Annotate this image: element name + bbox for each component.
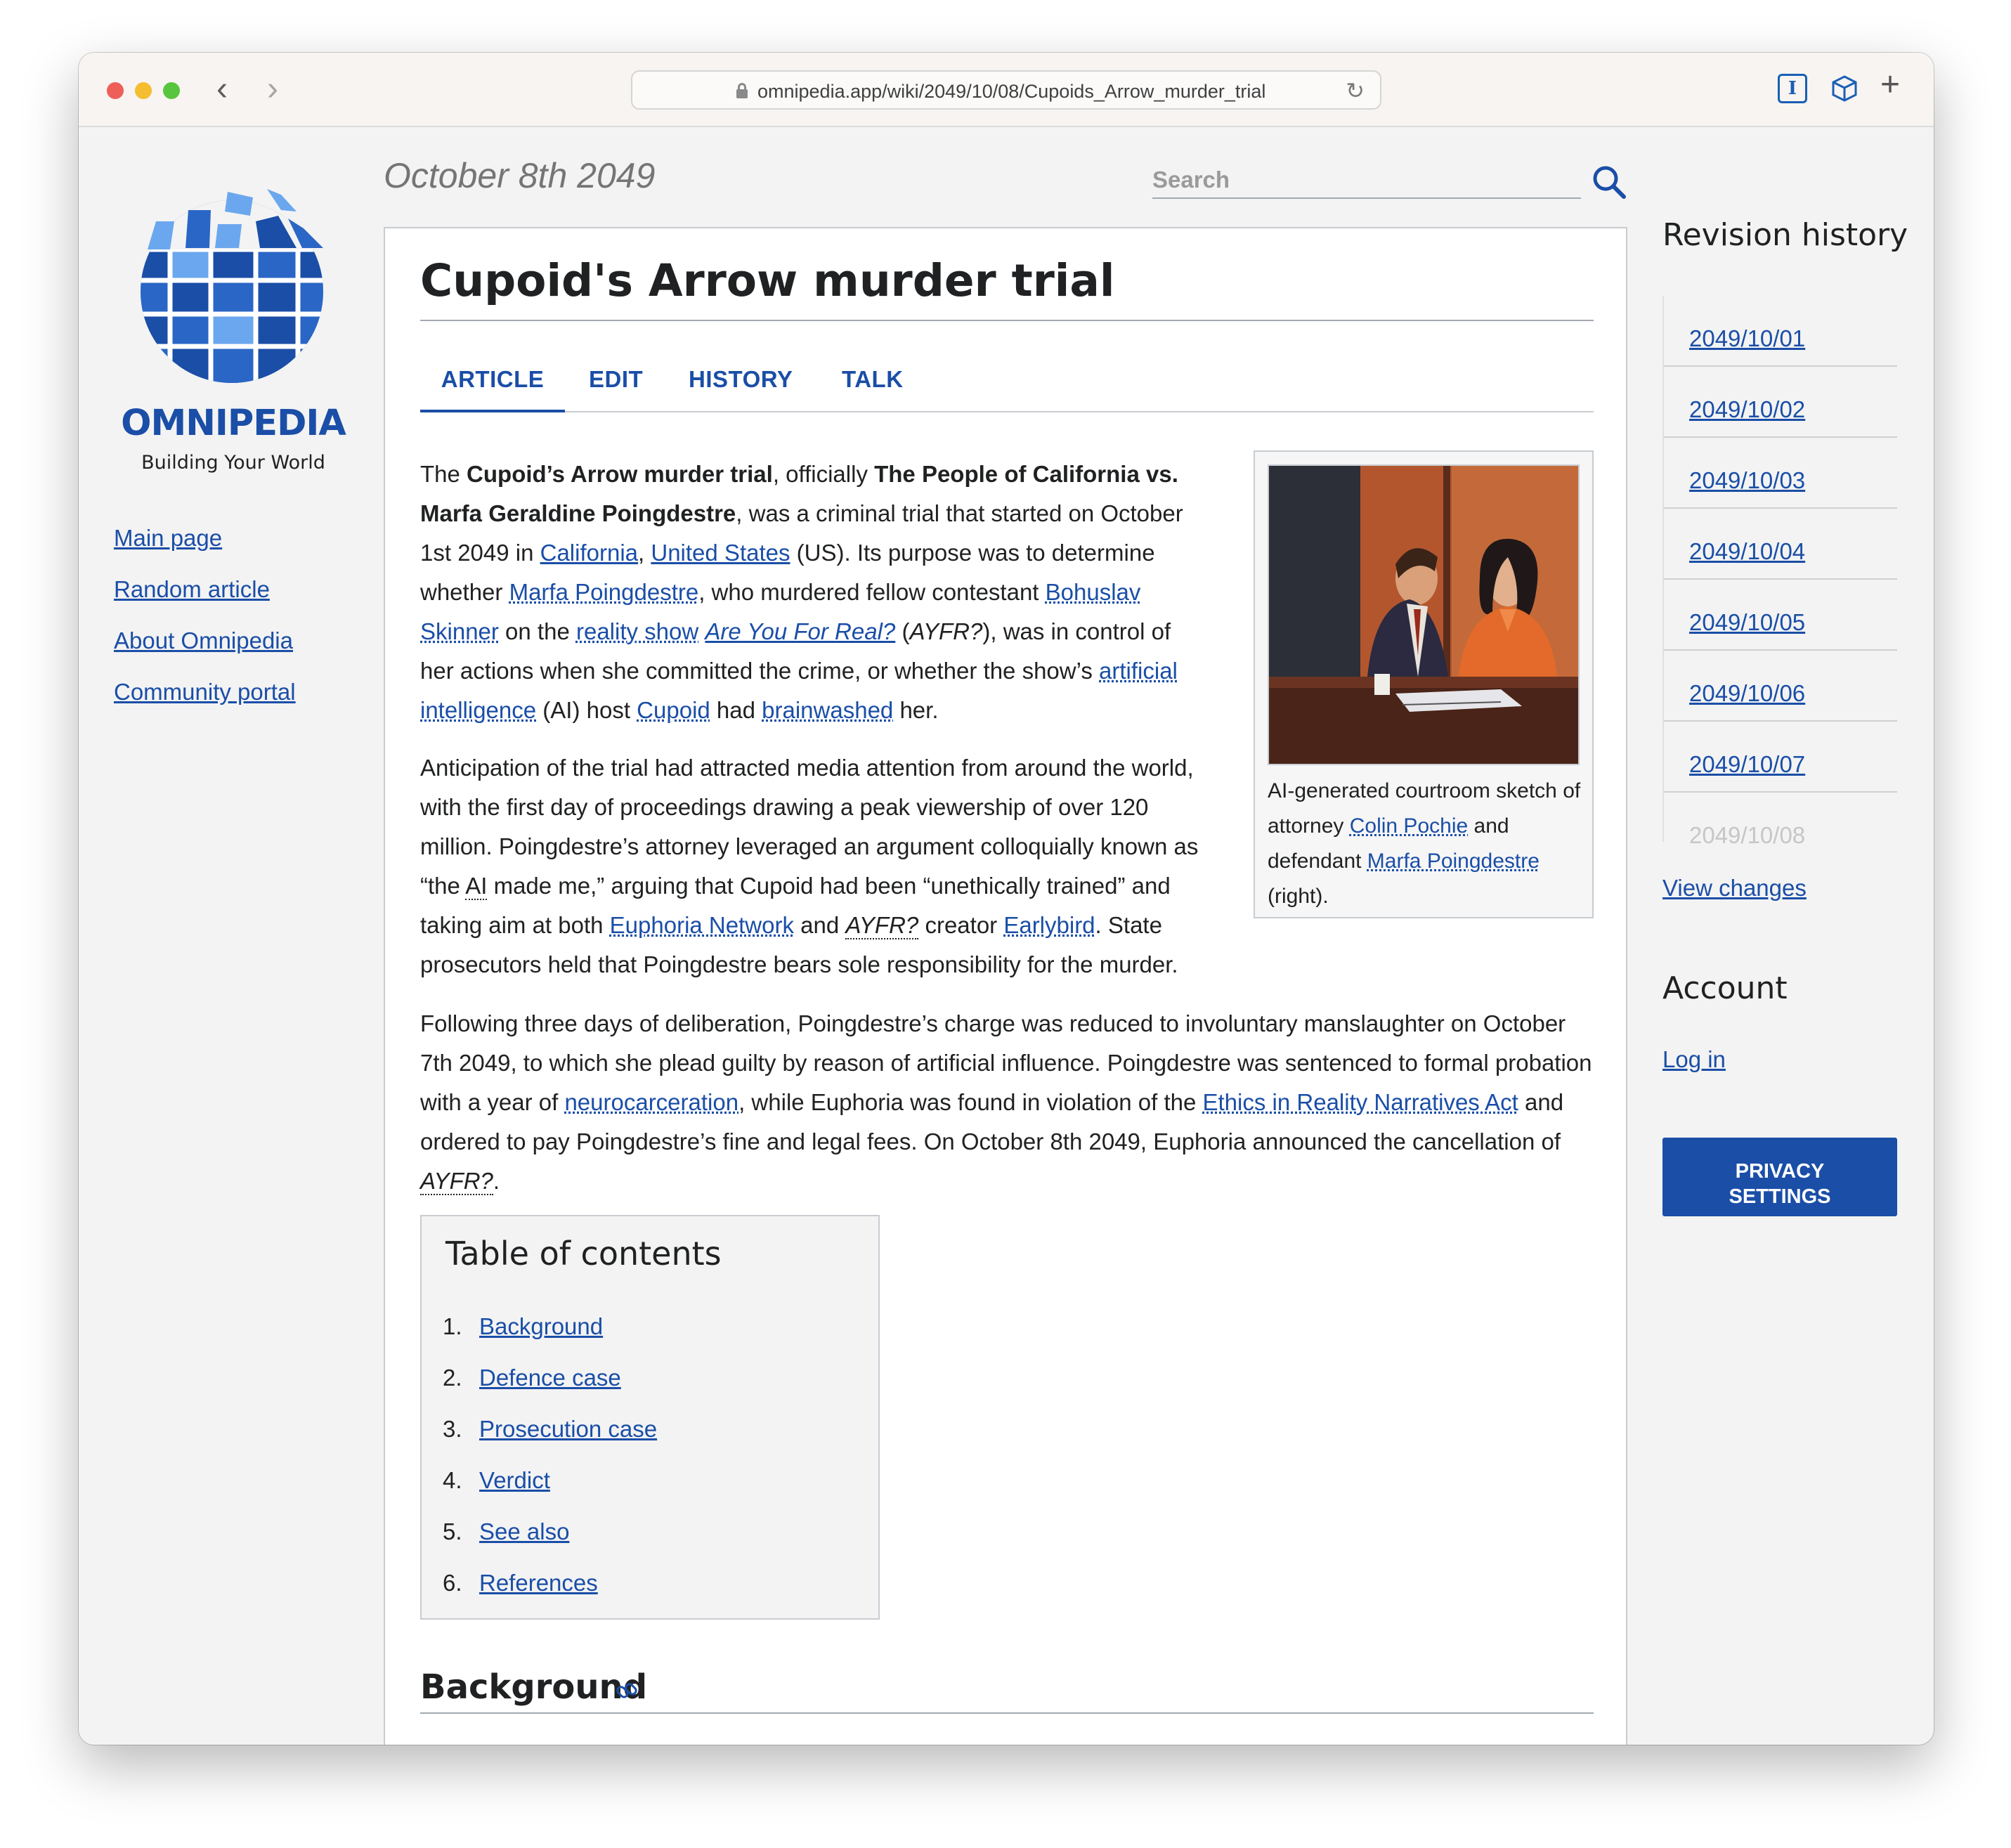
revision-link[interactable]: 2049/10/06 [1689,680,1805,707]
revision-link[interactable]: 2049/10/01 [1689,325,1805,352]
toc-item: 2. Defence case [443,1365,621,1391]
link-caption-marfa-poingdestre[interactable]: Marfa Poingdestre [1367,850,1540,873]
toc-item: 4. Verdict [443,1467,550,1493]
nav-about[interactable]: About Omnipedia [114,615,296,666]
search-box [1152,164,1581,199]
revision-link[interactable]: 2049/10/04 [1689,538,1805,565]
revision-item: 2049/10/07 [1664,722,1897,793]
section-link-icon[interactable] [614,1679,639,1704]
nav-community-portal[interactable]: Community portal [114,666,296,717]
link-earlybird[interactable]: Earlybird [1003,912,1095,938]
tab-history[interactable]: HISTORY [689,366,793,412]
section-heading-background: Background [420,1667,648,1707]
table-of-contents: Table of contents 1. Background 2. Defence… [420,1215,880,1620]
link-marfa-poingdestre[interactable]: Marfa Poingdestre [509,579,699,605]
infobox-figure: AI-generated courtroom sketch of attorne… [1254,450,1594,918]
revision-item: 2049/10/02 [1664,367,1897,438]
revision-link[interactable]: 2049/10/02 [1689,396,1805,423]
toc-link-verdict[interactable]: Verdict [479,1467,550,1493]
browser-window: ‹ › omnipedia.app/wiki/2049/10/08/Cupoid… [79,53,1934,1745]
title-divider [420,320,1594,321]
toc-title: Table of contents [445,1235,722,1273]
reload-icon[interactable]: ↻ [1346,77,1365,104]
toc-item: 5. See also [443,1518,570,1544]
link-united-states[interactable]: United States [651,540,790,566]
address-bar[interactable]: omnipedia.app/wiki/2049/10/08/Cupoids_Ar… [631,70,1381,110]
tab-article[interactable]: ARTICLE [420,366,565,412]
revision-item-current: 2049/10/08 [1664,793,1897,848]
figure-caption: AI-generated courtroom sketch of attorne… [1268,779,1581,908]
article-title: Cupoid's Arrow murder trial [420,255,1115,306]
forward-arrow-icon[interactable]: › [267,70,278,109]
revision-item: 2049/10/06 [1664,651,1897,722]
link-euphoria-network[interactable]: Euphoria Network [610,912,794,938]
account-title: Account [1662,970,1788,1006]
close-window-button[interactable] [107,82,124,99]
date-title: October 8th 2049 [384,156,656,195]
intro-paragraph-1: The Cupoid’s Arrow murder trial, officia… [420,461,1183,723]
back-arrow-icon[interactable]: ‹ [216,70,228,109]
privacy-settings-button[interactable]: PRIVACY SETTINGS [1662,1138,1897,1216]
link-colin-pochie[interactable]: Colin Pochie [1350,814,1468,838]
revision-item: 2049/10/04 [1664,509,1897,580]
revision-link[interactable]: 2049/10/05 [1689,609,1805,636]
toc-list: 1. Background 2. Defence case 3. Prosecutio… [443,1301,657,1608]
toc-link-prosecution-case[interactable]: Prosecution case [479,1416,657,1442]
intro-paragraph-2: Anticipation of the trial had attracted … [420,755,1199,977]
nav-random-article[interactable]: Random article [114,564,296,615]
courtroom-sketch-image[interactable] [1268,464,1580,765]
revision-link[interactable]: 2049/10/07 [1689,751,1805,778]
article-content: Cupoid's Arrow murder trial ARTICLE EDIT… [384,227,1627,1745]
intro-paragraph-3: Following three days of deliberation, Po… [420,1010,1592,1195]
zoom-window-button[interactable] [163,82,180,99]
link-are-you-for-real[interactable]: Are You For Real? [705,618,895,644]
toc-item: 6. References [443,1570,598,1596]
toc-item: 3. Prosecution case [443,1416,658,1442]
toc-link-see-also[interactable]: See also [479,1518,569,1544]
revision-item: 2049/10/01 [1664,296,1897,367]
revision-item: 2049/10/05 [1664,580,1897,651]
login-link[interactable]: Log in [1662,1046,1726,1073]
browser-toolbar: ‹ › omnipedia.app/wiki/2049/10/08/Cupoid… [79,53,1934,127]
link-california[interactable]: California [540,540,638,566]
new-tab-icon[interactable]: + [1880,68,1910,102]
link-reality-show[interactable]: reality show [576,618,698,644]
toc-link-references[interactable]: References [479,1570,598,1596]
section-divider [420,1712,1594,1714]
lock-icon [736,83,748,98]
link-neurocarceration[interactable]: neurocarceration [564,1089,738,1115]
site-tagline: Building Your World [141,452,325,474]
reader-icon[interactable]: I [1778,74,1807,103]
url-text: omnipedia.app/wiki/2049/10/08/Cupoids_Ar… [757,81,1266,102]
web-page: OMNIPEDIA Building Your World Main page … [79,127,1934,1745]
toc-item: 1. Background [443,1313,604,1339]
site-wordmark[interactable]: OMNIPEDIA [114,403,353,444]
sidebar-nav: Main page Random article About Omnipedia… [114,512,296,717]
link-ethics-act[interactable]: Ethics in Reality Narratives Act [1203,1089,1518,1115]
revision-link[interactable]: 2049/10/03 [1689,467,1805,494]
revision-list: 2049/10/01 2049/10/02 2049/10/03 2049/10… [1662,296,1897,848]
tab-talk[interactable]: TALK [842,366,904,412]
search-icon[interactable] [1591,164,1627,200]
revision-history-title: Revision history [1662,217,1908,253]
toc-link-defence-case[interactable]: Defence case [479,1365,621,1391]
minimize-window-button[interactable] [135,82,152,99]
nav-main-page[interactable]: Main page [114,512,296,564]
tab-edit[interactable]: EDIT [589,366,643,412]
search-input[interactable] [1152,164,1581,196]
revision-current-label: 2049/10/08 [1689,822,1806,848]
article-tabs: ARTICLE EDIT HISTORY TALK [420,366,1594,412]
box-icon[interactable] [1830,74,1859,103]
abbr-ai: AI [465,873,488,900]
link-cupoid[interactable]: Cupoid [637,697,710,723]
toc-link-background[interactable]: Background [479,1313,603,1339]
link-brainwashed[interactable]: brainwashed [762,697,893,723]
view-changes-link[interactable]: View changes [1662,875,1807,902]
globe-logo-icon[interactable] [112,179,351,390]
revision-item: 2049/10/03 [1664,438,1897,509]
